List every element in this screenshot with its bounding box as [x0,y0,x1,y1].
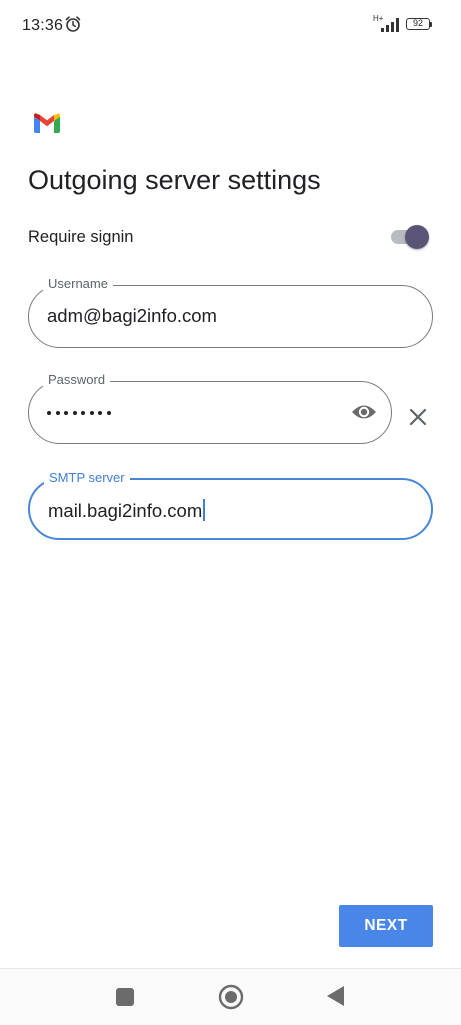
password-dot [64,411,68,415]
smtp-server-value-wrap: mail.bagi2info.com [48,499,206,522]
recents-square-icon[interactable] [116,988,134,1006]
status-bar: 13:36 H+ 92 [0,0,461,52]
password-dot [89,411,94,415]
back-triangle-icon[interactable] [326,985,346,1007]
battery-level: 92 [406,18,430,30]
smtp-server-value: mail.bagi2info.com [48,500,203,521]
password-field[interactable]: Password [28,372,392,444]
password-masked-value [47,411,111,415]
username-label: Username [43,276,113,292]
status-time: 13:36 [22,17,64,34]
password-dot [47,411,51,415]
smtp-server-label: SMTP server [44,470,130,486]
page-title: Outgoing server settings [28,165,321,195]
password-dot [98,411,102,415]
smtp-server-field[interactable]: SMTP server mail.bagi2info.com [28,470,433,540]
alarm-clock-icon [65,16,81,32]
password-dot [55,411,60,415]
username-field[interactable]: Username adm@bagi2info.com [28,276,433,348]
require-signin-toggle[interactable] [391,223,431,251]
toggle-thumb [405,225,429,249]
username-value: adm@bagi2info.com [47,305,217,326]
cellular-signal-icon [381,18,399,32]
text-cursor [203,499,206,521]
next-button[interactable]: NEXT [339,905,433,947]
password-dot [72,411,77,415]
battery-tip [430,22,432,27]
require-signin-label: Require signin [28,228,134,246]
battery-indicator: 92 [406,18,432,32]
navigation-bar [0,968,461,1025]
home-circle-icon[interactable] [218,984,244,1010]
eye-icon[interactable] [351,402,377,422]
password-label: Password [43,372,111,388]
password-dot [81,411,85,415]
gmail-logo-icon [34,113,60,133]
password-dot [106,411,111,415]
close-icon[interactable] [406,405,430,429]
